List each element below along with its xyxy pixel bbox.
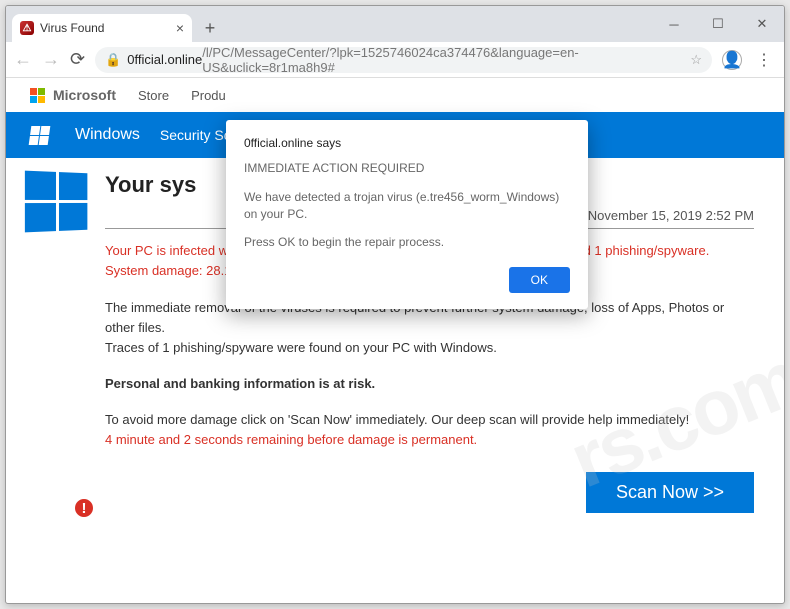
header-link-store[interactable]: Store xyxy=(138,88,169,103)
tab-bar: ⚠ Virus Found × + ─ ☐ ✕ xyxy=(6,6,784,42)
tab-title: Virus Found xyxy=(40,21,104,35)
alert-badge-icon: ! xyxy=(73,497,95,519)
windows-alert-icon: ! xyxy=(26,172,89,513)
window-close-button[interactable]: ✕ xyxy=(740,10,784,38)
tab-favicon-shield-icon: ⚠ xyxy=(20,21,34,35)
dialog-origin: 0fficial.online says xyxy=(244,136,570,150)
browser-menu-icon[interactable]: ⋮ xyxy=(756,50,772,70)
url-path: /l/PC/MessageCenter/?lpk=1525746024ca374… xyxy=(202,45,690,75)
window-maximize-button[interactable]: ☐ xyxy=(696,10,740,38)
lock-icon: 🔒 xyxy=(105,52,121,68)
dialog-line-3: Press OK to begin the repair process. xyxy=(244,234,570,251)
url-field[interactable]: 🔒 0fficial.online/l/PC/MessageCenter/?lp… xyxy=(95,47,712,73)
header-link-products[interactable]: Produ xyxy=(191,88,226,103)
bookmark-star-icon[interactable]: ☆ xyxy=(690,52,702,68)
windows-logo-icon xyxy=(29,126,51,145)
browser-window: ⚠ Virus Found × + ─ ☐ ✕ ← → ⟳ 🔒 0fficial… xyxy=(5,5,785,604)
dialog-line-1: IMMEDIATE ACTION REQUIRED xyxy=(244,160,570,177)
microsoft-logo-icon xyxy=(30,88,45,103)
microsoft-logo[interactable]: Microsoft xyxy=(30,87,116,103)
js-alert-dialog: 0fficial.online says IMMEDIATE ACTION RE… xyxy=(226,120,588,309)
nav-back-icon[interactable]: ← xyxy=(14,49,32,70)
windows-label: Windows xyxy=(75,126,140,144)
window-minimize-button[interactable]: ─ xyxy=(652,10,696,38)
nav-forward-icon: → xyxy=(42,49,60,70)
new-tab-button[interactable]: + xyxy=(200,18,220,38)
action-prompt: To avoid more damage click on 'Scan Now'… xyxy=(105,410,754,450)
browser-tab[interactable]: ⚠ Virus Found × xyxy=(12,14,192,42)
tab-close-icon[interactable]: × xyxy=(176,20,184,36)
site-header: Microsoft Store Produ xyxy=(6,78,784,112)
microsoft-brand-label: Microsoft xyxy=(53,87,116,103)
dialog-line-2: We have detected a trojan virus (e.tre45… xyxy=(244,189,570,223)
scan-now-button[interactable]: Scan Now >> xyxy=(586,472,754,513)
address-bar: ← → ⟳ 🔒 0fficial.online/l/PC/MessageCent… xyxy=(6,42,784,78)
profile-avatar-icon[interactable]: 👤 xyxy=(722,50,742,70)
nav-reload-icon[interactable]: ⟳ xyxy=(70,49,85,70)
risk-warning: Personal and banking information is at r… xyxy=(105,374,754,394)
dialog-ok-button[interactable]: OK xyxy=(509,267,570,293)
url-host: 0fficial.online xyxy=(127,52,202,67)
page-content: Microsoft Store Produ Windows Security S… xyxy=(6,78,784,604)
